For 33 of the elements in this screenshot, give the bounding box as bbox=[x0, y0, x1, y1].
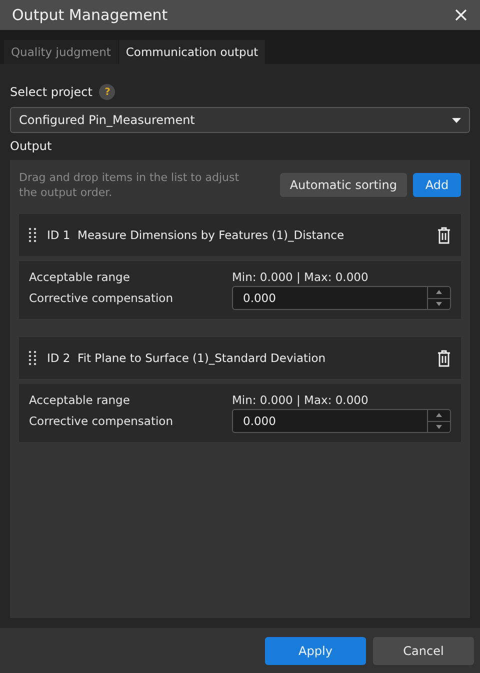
item-title: ID 1 Measure Dimensions by Features (1)_Distance bbox=[47, 228, 346, 242]
project-dropdown[interactable]: Configured Pin_Measurement bbox=[10, 107, 470, 133]
trash-icon[interactable] bbox=[437, 226, 451, 244]
item-title: ID 2 Fit Plane to Surface (1)_Standard Deviation bbox=[47, 351, 327, 365]
section-label: Output bbox=[10, 139, 53, 153]
down-arrow-icon bbox=[436, 424, 442, 429]
sort-button[interactable]: Automatic sorting bbox=[280, 173, 407, 197]
close-icon bbox=[454, 8, 468, 22]
trash-icon[interactable] bbox=[437, 350, 451, 366]
range-label: Acceptable range bbox=[29, 393, 131, 407]
range-value: Min: 0.000 | Max: 0.000 bbox=[232, 393, 370, 407]
hint-text: Drag and drop items in the list to adjust the output order. bbox=[19, 170, 240, 200]
down-arrow-icon bbox=[436, 302, 442, 306]
add-button[interactable]: Add bbox=[413, 173, 461, 197]
drag-handle-icon[interactable] bbox=[29, 351, 37, 365]
range-value: Min: 0.000 | Max: 0.000 bbox=[232, 270, 370, 284]
up-arrow-icon bbox=[436, 290, 442, 294]
apply-button[interactable]: Apply bbox=[265, 636, 366, 664]
cancel-button[interactable]: Cancel bbox=[373, 636, 474, 664]
caret-icon bbox=[452, 118, 461, 122]
range-label: Acceptable range bbox=[29, 270, 131, 284]
drag-handle-icon[interactable] bbox=[29, 228, 37, 242]
compensation-label: Corrective compensation bbox=[29, 291, 174, 305]
compensation-field[interactable]: 0.000 bbox=[232, 286, 451, 310]
compensation-label: Corrective compensation bbox=[29, 414, 174, 428]
close-button[interactable] bbox=[454, 8, 468, 22]
help-badge[interactable]: ? bbox=[99, 84, 116, 100]
field-label: Select project bbox=[10, 85, 92, 99]
tab[interactable]: Communication output bbox=[118, 40, 266, 64]
tab[interactable]: Quality judgment bbox=[4, 40, 118, 64]
up-arrow-icon bbox=[436, 413, 442, 418]
compensation-field[interactable]: 0.000 bbox=[232, 409, 451, 433]
window-title: Output Management bbox=[12, 6, 168, 24]
